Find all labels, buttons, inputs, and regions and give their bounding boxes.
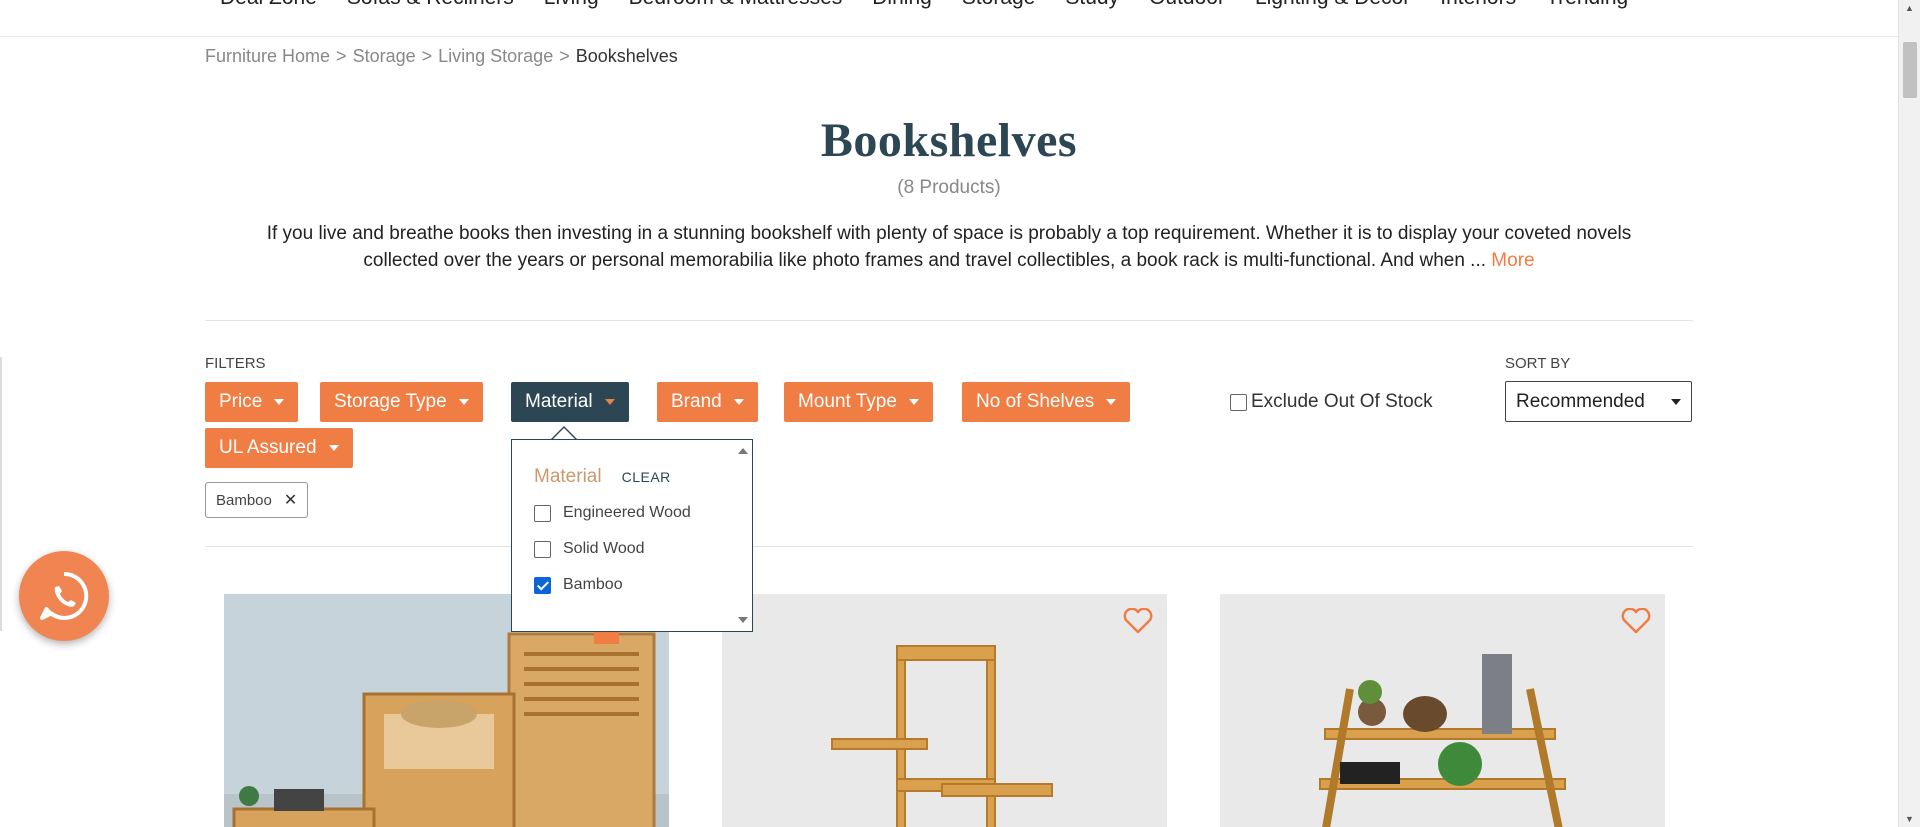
scrollbar-thumb[interactable] — [1903, 42, 1917, 98]
scroll-down-arrow-icon[interactable] — [738, 617, 748, 623]
nav-item-outdoor[interactable]: Outdoor — [1149, 0, 1225, 10]
material-option-solid-wood[interactable]: Solid Wood — [534, 540, 645, 558]
product-count: (8 Products) — [897, 177, 1001, 198]
clear-filter-button[interactable]: CLEAR — [622, 469, 671, 485]
page-edge-line — [0, 357, 2, 631]
page-scrollbar[interactable]: ▲ ▼ — [1898, 0, 1920, 827]
nav-item-dining[interactable]: Dining — [872, 0, 932, 10]
heart-icon[interactable] — [1123, 608, 1153, 634]
filter-brand-button[interactable]: Brand — [657, 382, 758, 422]
nav-item-sofas-recliners[interactable]: Sofas & Recliners — [347, 0, 514, 10]
dropdown-scrollbar[interactable] — [734, 440, 752, 631]
caret-down-icon — [908, 399, 919, 405]
dropdown-pointer — [553, 428, 575, 439]
filter-storage-type-button[interactable]: Storage Type — [320, 382, 483, 422]
material-option-bamboo[interactable]: Bamboo — [534, 576, 623, 594]
filter-label: Mount Type — [798, 391, 897, 412]
nav-item-deal-zone[interactable]: Deal Zone — [220, 0, 317, 10]
dropdown-title: Material — [534, 466, 602, 487]
divider — [205, 320, 1693, 321]
option-label: Engineered Wood — [563, 504, 691, 521]
description-line-1: If you live and breathe books then inves… — [266, 223, 1632, 244]
nav-item-living[interactable]: Living — [544, 0, 599, 10]
nav-item-storage[interactable]: Storage — [962, 0, 1036, 10]
option-checkbox[interactable] — [534, 576, 551, 594]
breadcrumb-separator: > — [421, 46, 433, 66]
whatsapp-button[interactable] — [19, 551, 109, 641]
nav-item-trending[interactable]: Trending — [1546, 0, 1628, 10]
nav-item-bedroom-mattresses[interactable]: Bedroom & Mattresses — [629, 0, 843, 10]
filter-label: Material — [525, 391, 593, 412]
filter-mount-type-button[interactable]: Mount Type — [784, 382, 933, 422]
product-image — [722, 594, 1167, 827]
material-option-engineered-wood[interactable]: Engineered Wood — [534, 504, 691, 522]
category-description: If you live and breathe books then inves… — [205, 220, 1693, 274]
scroll-up-arrow-icon[interactable]: ▲ — [1899, 0, 1920, 16]
chevron-down-icon — [1671, 398, 1681, 405]
description-line-2: collected over the years or personal mem… — [363, 250, 1487, 271]
chip-label: Bamboo — [216, 491, 272, 509]
filter-label: Storage Type — [334, 391, 447, 412]
filter-price-button[interactable]: Price — [205, 382, 299, 422]
option-checkbox[interactable] — [534, 540, 551, 558]
caret-down-icon — [1106, 399, 1117, 405]
sort-by-select[interactable]: Recommended — [1505, 381, 1692, 422]
breadcrumb-furniture-home[interactable]: Furniture Home — [205, 46, 330, 67]
divider — [205, 546, 1693, 547]
product-image — [1220, 594, 1665, 827]
filters-label: FILTERS — [205, 355, 266, 372]
breadcrumb-separator: > — [336, 46, 347, 66]
sort-by-label: SORT BY — [1505, 355, 1571, 372]
top-navigation: Deal Zone Sofas & Recliners Living Bedro… — [0, 0, 1898, 37]
material-filter-dropdown: Material CLEAR Engineered Wood Solid Woo… — [511, 439, 753, 632]
scroll-down-arrow-icon[interactable]: ▼ — [1899, 811, 1920, 827]
caret-down-icon — [458, 399, 469, 405]
sort-selected-value: Recommended — [1516, 390, 1645, 412]
option-label: Solid Wood — [563, 540, 645, 557]
page-title: Bookshelves — [820, 114, 1078, 167]
nav-item-interiors[interactable]: Interiors — [1440, 0, 1516, 10]
breadcrumb-current: Bookshelves — [575, 46, 678, 66]
filter-label: Brand — [671, 391, 722, 412]
filter-ul-assured-button[interactable]: UL Assured — [205, 428, 353, 468]
breadcrumb-storage[interactable]: Storage — [353, 46, 416, 67]
dropdown-header: Material CLEAR — [534, 466, 671, 488]
caret-down-icon — [274, 399, 285, 405]
exclude-out-of-stock-toggle[interactable]: Exclude Out Of Stock — [1230, 391, 1433, 413]
exclude-out-of-stock-checkbox[interactable] — [1230, 393, 1247, 411]
product-card[interactable] — [1220, 594, 1665, 827]
scroll-up-arrow-icon[interactable] — [738, 448, 748, 454]
nav-item-study[interactable]: Study — [1065, 0, 1119, 10]
whatsapp-icon — [40, 571, 89, 620]
heart-icon[interactable] — [1621, 608, 1651, 634]
more-link[interactable]: More — [1491, 250, 1534, 271]
nav-item-lighting-decor[interactable]: Lighting & Decor — [1255, 0, 1410, 10]
caret-down-icon — [328, 445, 339, 451]
close-icon[interactable]: ✕ — [284, 490, 297, 510]
option-label: Bamboo — [563, 576, 623, 593]
filter-no-of-shelves-button[interactable]: No of Shelves — [962, 382, 1131, 422]
caret-down-icon — [604, 399, 615, 405]
filter-label: Price — [219, 391, 263, 412]
applied-filter-chip: Bamboo ✕ — [205, 482, 309, 518]
exclude-out-of-stock-label: Exclude Out Of Stock — [1251, 391, 1433, 412]
breadcrumb-separator: > — [559, 46, 570, 66]
breadcrumb: Furniture Home > Storage > Living Storag… — [205, 46, 678, 67]
breadcrumb-living-storage[interactable]: Living Storage — [438, 46, 553, 67]
filter-label: No of Shelves — [976, 391, 1095, 412]
caret-down-icon — [733, 399, 744, 405]
filter-label: UL Assured — [219, 437, 317, 458]
filter-material-button[interactable]: Material — [511, 382, 629, 422]
product-card[interactable] — [722, 594, 1167, 827]
option-checkbox[interactable] — [534, 504, 551, 522]
